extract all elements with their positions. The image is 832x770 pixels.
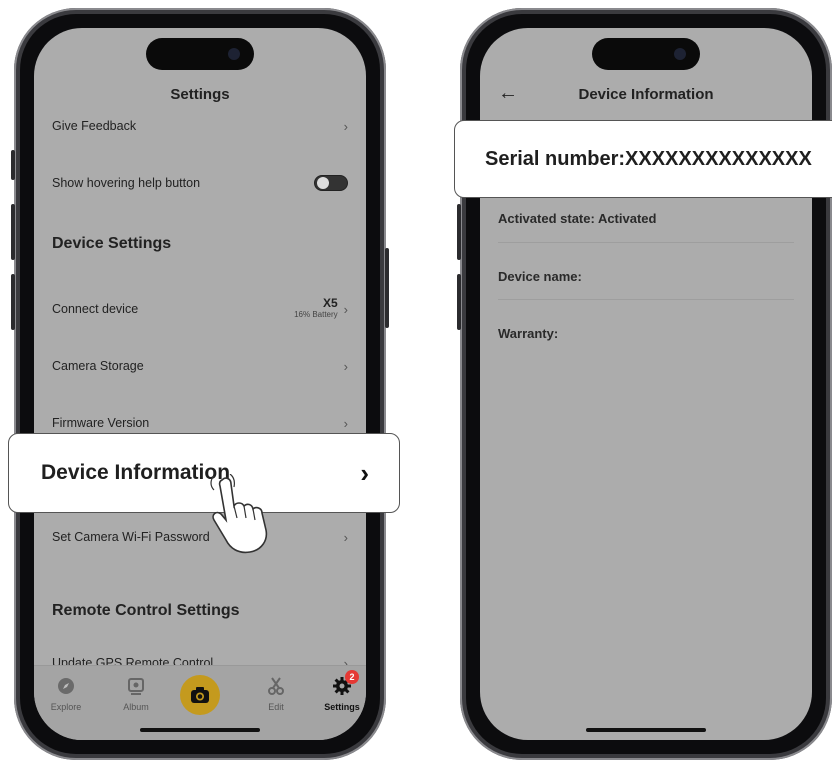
tab-label: Explore [50,702,82,712]
serial-number-callout: Serial number:XXXXXXXXXXXXXX [454,120,832,198]
row-label: Give Feedback [52,119,137,133]
tab-album[interactable]: Album [106,676,166,712]
tab-label: Settings [324,702,360,712]
settings-screen: Settings Give Feedback › Show hovering h… [34,28,366,740]
battery-level: 16% Battery [294,310,338,319]
tab-bar: Explore Album Edit 2 Settings [34,665,366,740]
section-device-settings: Device Settings [52,235,172,252]
give-feedback-row[interactable]: Give Feedback › [52,111,348,141]
tab-label: Album [123,702,149,712]
help-button-row: Show hovering help button [52,168,348,198]
device-name-row: Device name: [498,269,582,284]
device-model: X5 [322,296,338,310]
divider [498,242,794,243]
dynamic-island [592,38,700,70]
wifi-password-row[interactable]: Set Camera Wi-Fi Password › [52,522,348,552]
device-information-label: Device Information [41,461,231,484]
side-button [11,150,15,180]
tab-edit[interactable]: Edit [246,676,306,712]
serial-number-label: Serial number:XXXXXXXXXXXXXX [485,147,812,170]
row-label: Show hovering help button [52,176,201,190]
album-icon [128,678,144,695]
section-remote-control-settings: Remote Control Settings [52,602,240,619]
row-label: Set Camera Wi-Fi Password [52,530,210,544]
toggle-knob [317,177,329,189]
settings-icon-wrapper: 2 [332,670,359,696]
row-label: Firmware Version [52,416,150,430]
camera-storage-row[interactable]: Camera Storage › [52,351,348,381]
chevron-right-icon: › [360,457,369,488]
home-indicator [140,728,260,732]
chevron-right-icon: › [343,415,348,431]
tapping-hand-icon [210,474,268,554]
help-button-toggle[interactable] [314,175,348,191]
front-camera-icon [228,48,240,60]
chevron-right-icon: › [343,358,348,374]
chevron-right-icon: › [343,118,348,134]
tab-settings[interactable]: 2 Settings [312,670,366,712]
chevron-right-icon: › [343,529,348,545]
page-title: Device Information [578,86,714,103]
page-title: Settings [170,86,230,103]
warranty-row: Warranty: [498,326,559,341]
camera-shutter-button[interactable] [180,675,220,715]
connect-device-row[interactable]: Connect device X5 16% Battery › [52,294,348,324]
row-label: Connect device [52,302,139,316]
tab-label: Edit [268,702,284,712]
compass-icon [58,678,74,694]
side-button [457,274,461,330]
row-label: Camera Storage [52,359,144,373]
side-button [457,204,461,260]
scissors-icon [268,677,284,695]
divider [498,299,794,300]
device-status: X5 16% Battery [294,296,338,320]
chevron-right-icon: › [343,301,348,317]
notification-badge: 2 [345,670,359,684]
side-button [11,274,15,330]
dynamic-island [146,38,254,70]
front-camera-icon [674,48,686,60]
camera-icon [191,687,209,703]
tab-explore[interactable]: Explore [36,676,96,712]
home-indicator [586,728,706,732]
phone-left: Settings Give Feedback › Show hovering h… [11,8,389,760]
side-button [11,204,15,260]
activated-state-row: Activated state: Activated [498,211,657,226]
phone-bezel: Settings Give Feedback › Show hovering h… [20,14,380,754]
side-button [385,248,389,328]
